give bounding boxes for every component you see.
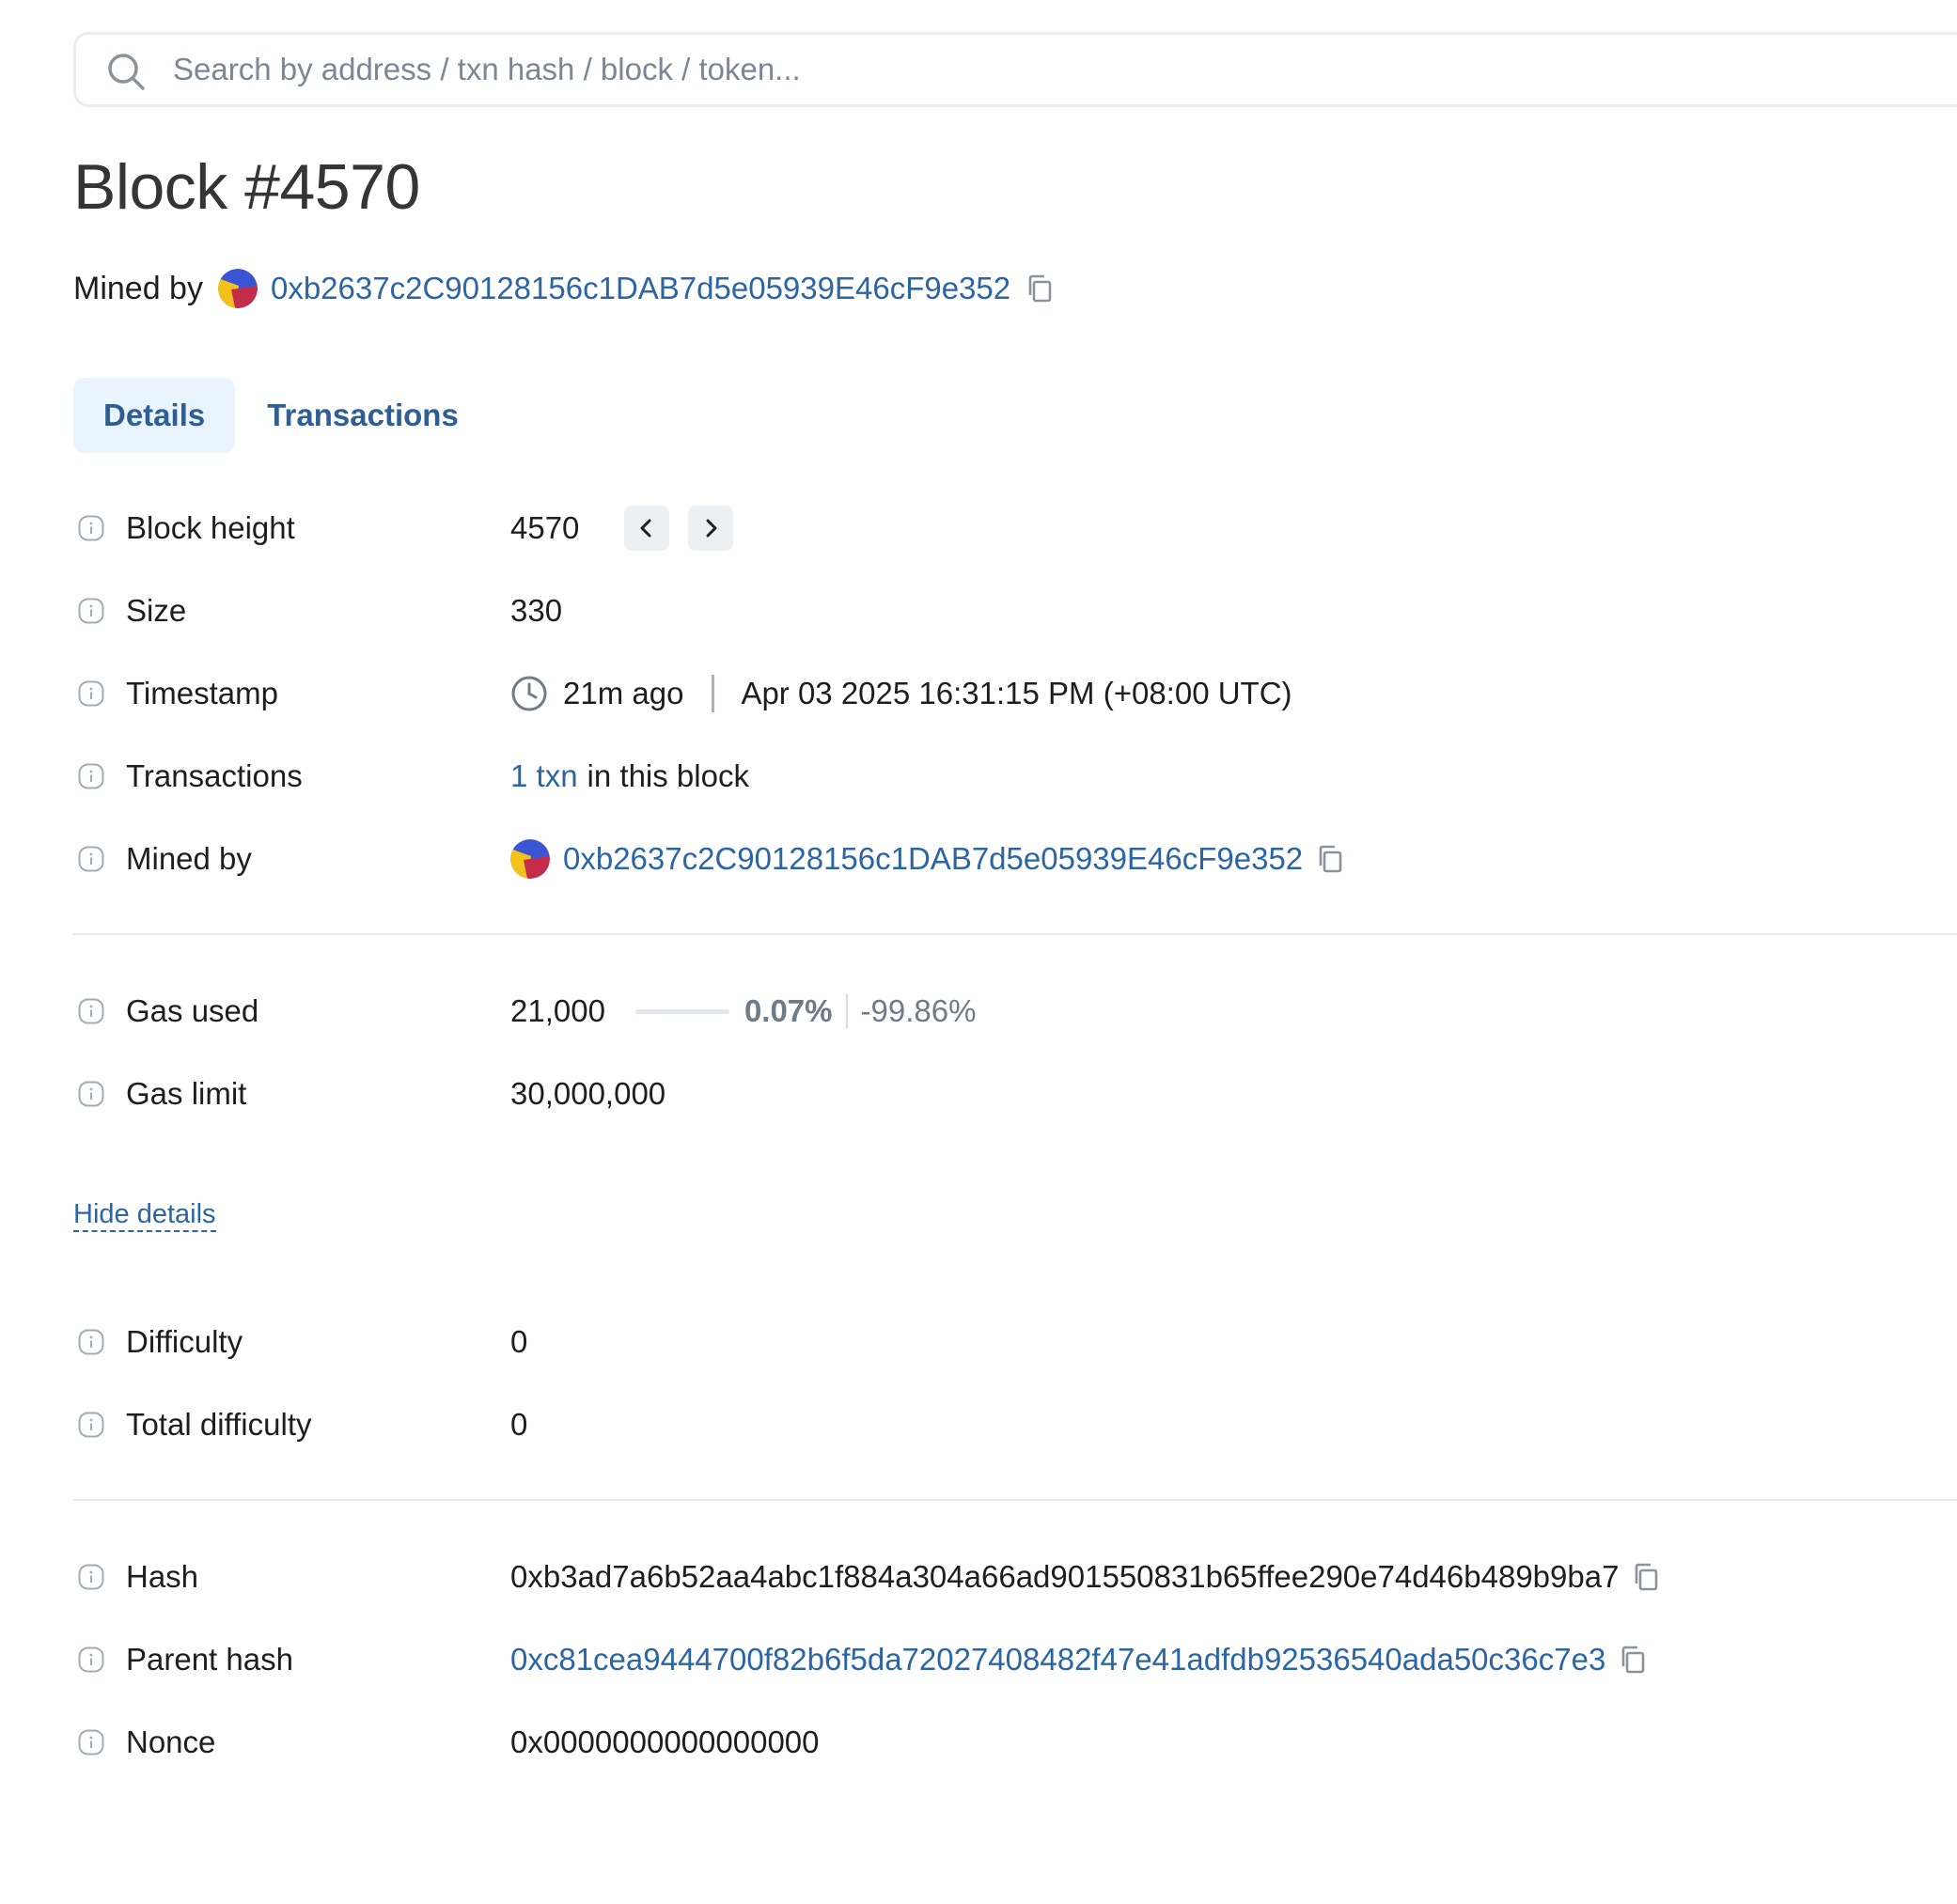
- copy-icon[interactable]: [1316, 844, 1344, 874]
- copy-icon[interactable]: [1025, 273, 1054, 304]
- detail-label: Total difficulty: [126, 1407, 312, 1442]
- tab-details[interactable]: Details: [73, 378, 236, 453]
- info-icon[interactable]: [78, 763, 104, 789]
- chevron-left-icon: [640, 519, 651, 538]
- page-title: Block #4570: [73, 151, 420, 223]
- miner-address-link[interactable]: 0xb2637c2C90128156c1DAB7d5e05939E46cF9e3…: [563, 841, 1303, 877]
- detail-row-total-difficulty: Total difficulty 0: [73, 1397, 527, 1453]
- header-miner-label: Mined by: [73, 270, 203, 306]
- miner-avatar: [510, 839, 550, 879]
- info-icon[interactable]: [78, 1564, 104, 1590]
- detail-row-gas-used: Gas used 21,000 0.07% -99.86%: [73, 983, 976, 1039]
- detail-label: Gas limit: [126, 1076, 247, 1111]
- info-icon[interactable]: [78, 1329, 104, 1355]
- detail-label: Gas used: [126, 993, 259, 1028]
- gas-separator: [845, 993, 848, 1029]
- detail-label: Hash: [126, 1559, 199, 1594]
- parent-hash-link[interactable]: 0xc81cea9444700f82b6f5da72027408482f47e4…: [510, 1642, 1605, 1678]
- hide-details-link[interactable]: Hide details: [73, 1198, 216, 1232]
- timestamp-separator: [712, 675, 715, 712]
- gas-limit-value: 30,000,000: [510, 1076, 666, 1111]
- info-icon[interactable]: [78, 1412, 104, 1438]
- copy-icon[interactable]: [1632, 1562, 1660, 1592]
- detail-row-size: Size 330: [73, 583, 562, 639]
- next-block-button[interactable]: [688, 506, 734, 551]
- txn-count-suffix: in this block: [587, 758, 749, 793]
- detail-label: Timestamp: [126, 676, 278, 710]
- gas-used-value: 21,000: [510, 993, 605, 1028]
- section-divider: [73, 933, 1957, 935]
- clock-icon: [511, 676, 547, 711]
- detail-label: Parent hash: [126, 1642, 293, 1677]
- block-hash-value: 0xb3ad7a6b52aa4abc1f884a304a66ad90155083…: [510, 1559, 1620, 1594]
- info-icon[interactable]: [78, 515, 104, 541]
- detail-label: Transactions: [126, 758, 303, 793]
- tab-transactions[interactable]: Transactions: [237, 378, 489, 453]
- block-details-page: Block #4570 Mined by 0xb2637c2C90128156c…: [0, 0, 1957, 1904]
- header-miner-address-link[interactable]: 0xb2637c2C90128156c1DAB7d5e05939E46cF9e3…: [271, 271, 1010, 306]
- info-icon[interactable]: [78, 680, 104, 707]
- previous-block-button[interactable]: [624, 506, 670, 551]
- gas-used-percent: 0.07%: [744, 993, 833, 1028]
- header-miner: Mined by 0xb2637c2C90128156c1DAB7d5e0593…: [73, 263, 1054, 314]
- info-icon[interactable]: [78, 1729, 104, 1756]
- section-divider: [73, 1499, 1957, 1501]
- copy-icon[interactable]: [1619, 1645, 1647, 1675]
- tab-bar: Details Transactions: [73, 378, 489, 453]
- detail-row-hash: Hash 0xb3ad7a6b52aa4abc1f884a304a66ad901…: [73, 1549, 1660, 1605]
- difficulty-value: 0: [510, 1324, 528, 1359]
- detail-row-transactions: Transactions 1 txn in this block: [73, 748, 749, 804]
- info-icon[interactable]: [78, 998, 104, 1024]
- detail-label: Mined by: [126, 841, 252, 876]
- miner-avatar: [217, 269, 258, 308]
- detail-row-block-height: Block height 4570: [73, 500, 734, 556]
- detail-label: Nonce: [126, 1725, 216, 1759]
- detail-row-difficulty: Difficulty 0: [73, 1314, 527, 1370]
- detail-row-timestamp: Timestamp 21m ago Apr 03 2025 16:31:15 P…: [73, 665, 1292, 722]
- detail-label: Block height: [126, 510, 295, 545]
- info-icon[interactable]: [78, 1081, 104, 1107]
- timestamp-relative: 21m ago: [563, 676, 684, 710]
- info-icon[interactable]: [78, 846, 104, 872]
- detail-row-parent-hash: Parent hash 0xc81cea9444700f82b6f5da7202…: [73, 1631, 1647, 1688]
- chevron-right-icon: [706, 519, 717, 538]
- block-height-value: 4570: [510, 510, 580, 545]
- detail-row-nonce: Nonce 0x0000000000000000: [73, 1714, 820, 1771]
- detail-row-mined-by: Mined by 0xb2637c2C90128156c1DAB7d5e0593…: [73, 831, 1344, 887]
- nonce-value: 0x0000000000000000: [510, 1725, 820, 1759]
- size-value: 330: [510, 593, 563, 628]
- search-bar[interactable]: [73, 32, 1957, 107]
- info-icon[interactable]: [78, 598, 104, 624]
- detail-label: Size: [126, 593, 187, 628]
- timestamp-absolute: Apr 03 2025 16:31:15 PM (+08:00 UTC): [741, 676, 1292, 710]
- gas-target-diff: -99.86%: [860, 993, 977, 1028]
- detail-row-gas-limit: Gas limit 30,000,000: [73, 1066, 665, 1122]
- detail-label: Difficulty: [126, 1324, 243, 1359]
- txn-count-link[interactable]: 1 txn: [510, 758, 578, 794]
- search-icon: [108, 54, 145, 90]
- search-input[interactable]: [173, 35, 1957, 104]
- info-icon[interactable]: [78, 1646, 104, 1673]
- gas-usage-bar: [634, 1008, 729, 1014]
- total-difficulty-value: 0: [510, 1407, 528, 1442]
